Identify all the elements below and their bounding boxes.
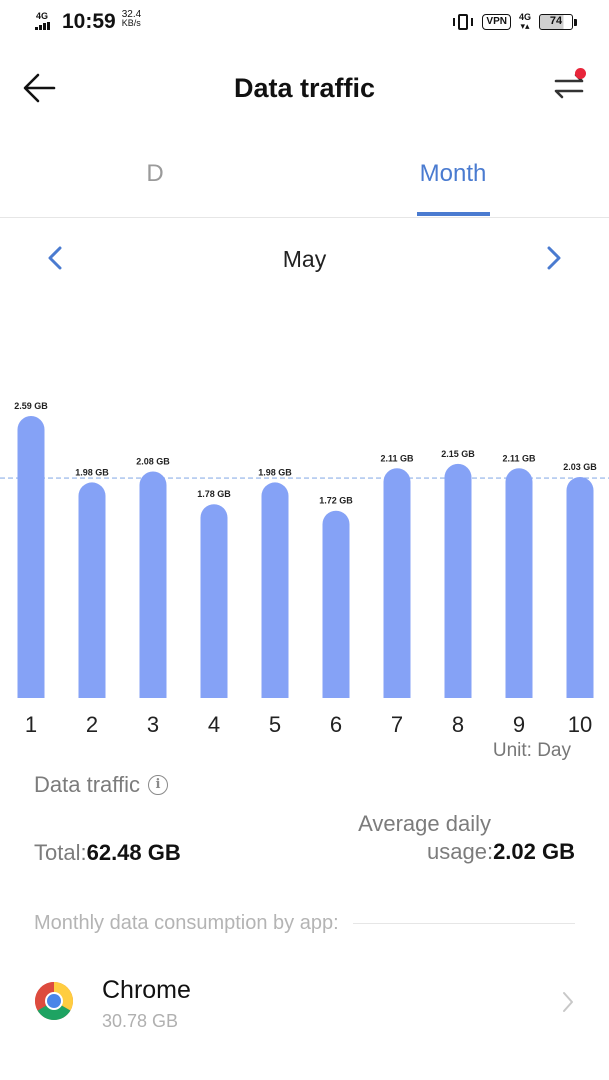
total-label: Total: [34, 840, 87, 865]
tab-month[interactable]: Month [400, 158, 506, 190]
mobile-data-icon: 4G ▾▴ [519, 13, 531, 31]
x-tick-label: 3 [147, 712, 159, 737]
app-bar: Data traffic [0, 56, 609, 120]
chevron-right-icon [547, 246, 561, 270]
bar-value-label: 1.98 GB [75, 467, 109, 477]
x-tick-label: 4 [208, 712, 220, 737]
bar-value-label: 2.11 GB [380, 453, 414, 463]
apps-section-label: Monthly data consumption by app: [34, 911, 339, 934]
bar-value-label: 1.72 GB [319, 496, 353, 506]
bar-value-label: 1.78 GB [197, 489, 231, 499]
month-navigator: May [0, 236, 609, 280]
chart-bar[interactable] [505, 468, 533, 698]
unit-label: Unit: Day [492, 740, 571, 761]
status-bar: 4G 10:59 32.4 KB/s VPN 4G ▾▴ 74 [0, 0, 609, 46]
network-speed: 32.4 KB/s [122, 10, 141, 28]
app-name: Chrome [102, 976, 191, 1004]
apps-section-header: Monthly data consumption by app: [34, 908, 575, 938]
page-title: Data traffic [233, 73, 376, 103]
notification-dot [575, 68, 586, 79]
tab-active-indicator [417, 212, 490, 216]
tab-day[interactable]: D [130, 158, 180, 190]
chrome-icon [35, 982, 73, 1020]
chart-bar[interactable] [200, 504, 228, 698]
month-label: May [282, 246, 327, 272]
average-value: 2.02 GB [493, 839, 575, 864]
transfer-settings-button[interactable] [549, 66, 589, 106]
average-label: Average daily [358, 811, 491, 836]
x-tick-label: 8 [452, 712, 464, 737]
chart-bar[interactable] [261, 482, 289, 698]
chart-bar[interactable] [139, 471, 167, 698]
total-usage: Total:62.48 GB [34, 838, 181, 868]
chart-bar[interactable] [383, 468, 411, 698]
x-tick-label: 10 [568, 712, 592, 737]
daily-usage-chart: 2.59 GB 1 1.98 GB 2 2.08 GB 3 1.78 GB 4 1.98 GB 5… [0, 380, 609, 770]
battery-icon: 74 [539, 14, 577, 30]
bar-value-label: 2.11 GB [502, 453, 536, 463]
app-usage: 30.78 GB [102, 1011, 179, 1031]
clock: 10:59 [62, 10, 116, 33]
chart-bar[interactable] [444, 463, 472, 698]
signal-icon [34, 22, 50, 30]
next-month-button[interactable] [537, 240, 571, 276]
bar-value-label: 1.98 GB [258, 467, 292, 477]
vibrate-icon [452, 13, 474, 31]
bar-value-label: 2.15 GB [441, 449, 475, 459]
app-row-chrome[interactable]: Chrome 30.78 GB [0, 960, 609, 1050]
x-tick-label: 6 [330, 712, 342, 737]
info-icon[interactable]: i [147, 775, 168, 795]
speed-unit: KB/s [121, 18, 141, 28]
x-tick-label: 9 [513, 712, 525, 737]
network-type-label: 4G [35, 11, 48, 21]
chevron-right-icon [563, 992, 573, 1012]
x-tick-label: 7 [391, 712, 403, 737]
bar-chart: 2.59 GB 1 1.98 GB 2 2.08 GB 3 1.78 GB 4 1.98 GB 5… [0, 401, 609, 737]
bar-value-label: 2.59 GB [14, 401, 48, 411]
x-tick-label: 5 [269, 712, 281, 737]
stats-section-title: Data traffic i [34, 771, 168, 799]
stats-title-label: Data traffic [34, 772, 140, 797]
period-tabs: D Month [0, 150, 609, 218]
average-label-suffix: usage: [427, 839, 494, 864]
x-tick-label: 1 [25, 712, 37, 737]
data-arrows-icon: ▾▴ [520, 21, 530, 31]
total-value: 62.48 GB [86, 840, 181, 865]
chart-bar[interactable] [322, 510, 350, 698]
bar-value-label: 2.03 GB [563, 462, 597, 472]
bar-value-label: 2.08 GB [136, 457, 170, 467]
chart-bar[interactable] [78, 482, 106, 698]
chart-bar[interactable] [566, 476, 594, 698]
battery-level: 74 [539, 14, 573, 30]
divider [352, 922, 575, 924]
chart-bar[interactable] [17, 416, 45, 698]
vpn-icon: VPN [482, 14, 511, 30]
average-daily-usage: Average daily usage:2.02 GB [358, 810, 575, 866]
network-indicator: 4G [32, 12, 52, 30]
x-tick-label: 2 [86, 712, 98, 737]
